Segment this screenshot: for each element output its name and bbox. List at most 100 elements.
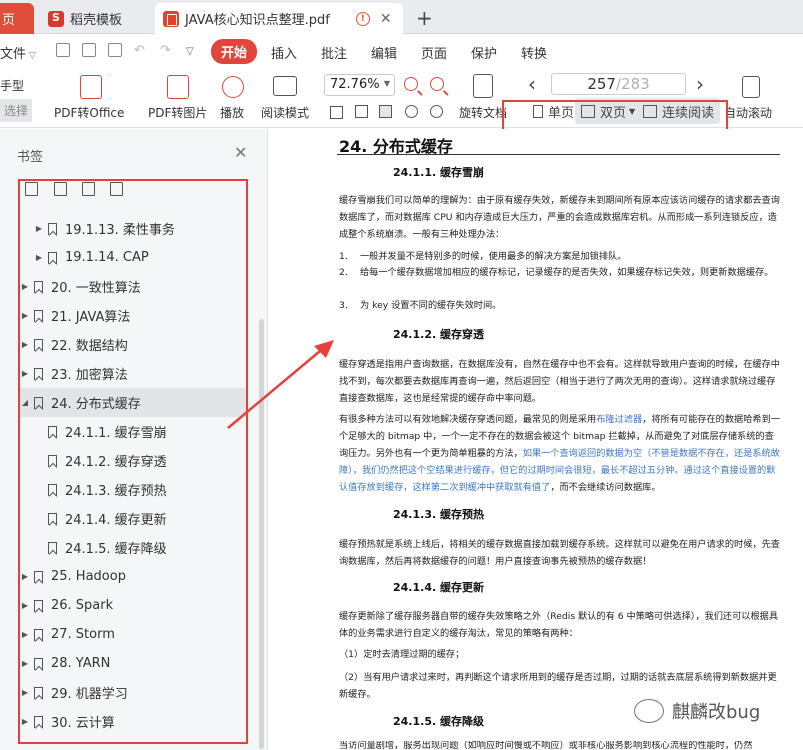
file-menu[interactable]: 文件 ▽ [0,43,36,62]
single-page-icon [533,104,543,118]
tab-home[interactable]: 页 [0,3,34,34]
zoom-in-icon[interactable] [404,77,418,91]
paragraph: 缓存更新除了缓存服务器自带的缓存失效策略之外（Redis 默认的有 6 中策略可… [339,611,779,639]
tab-templates-label: 稻壳模板 [70,13,123,28]
new-tab-button[interactable]: + [416,6,433,30]
highlight-annotation-box [18,179,248,744]
fit-page-icon[interactable] [355,105,368,118]
list-item: 2. 给每一个缓存数据增加相应的缓存标记，记录缓存的是否失效，如果缓存标记失效，则… [339,265,780,281]
paragraph: 缓存预热就是系统上线后，将相关的缓存数据直接加载到缓存系统。这样就可以避免在用户… [339,539,780,567]
arrow-head [314,340,334,358]
bookmark-panel: 书签 ✕ ▶ 19.1.13. 柔性事务 ▶ 19.1.14. CAP ▶ 20. 一致性… [0,129,268,750]
page-total: /283 [615,75,650,93]
continuous-reading-icon [643,104,657,118]
book-icon [273,76,297,96]
close-tab-button[interactable]: ✕ [380,11,392,27]
rotate-left-icon[interactable] [405,105,418,118]
list-item-text: 为 key 设置不同的缓存失效时间。 [360,300,502,311]
customize-toolbar-icon[interactable]: ▽ [186,46,194,57]
play-label: 播放 [220,106,245,120]
redo-icon[interactable]: ↷ [160,43,171,58]
menu-tab-protect[interactable]: 保护 [471,43,497,62]
chevron-down-icon: ▼ [629,106,636,116]
rotate-document-label: 旋转文档 [459,106,508,120]
image-convert-icon [167,75,189,99]
pdf-to-image-label: PDF转图片 [148,106,208,120]
tab-templates[interactable]: 稻壳模板 [40,3,150,34]
warning-icon[interactable]: ! [355,11,370,26]
bloom-filter-link[interactable]: 布隆过滤器 [596,414,642,425]
paragraph-text: ，而不会继续访问数据库。 [550,482,661,493]
next-page-button[interactable]: › [696,72,704,96]
read-mode-label: 阅读模式 [261,106,310,120]
undo-icon[interactable]: ↶ [134,43,145,58]
pdf-to-image-button[interactable]: PDF转图片 [148,68,210,128]
zoom-select[interactable]: 72.76% ▼ [324,74,395,96]
paragraph: 当访问量剧增，服务出现问题（如响应时间慢或不响应）或非核心服务影响到核心流程的性… [339,741,753,750]
paragraph: 缓存雪崩我们可以简单的理解为：由于原有缓存失效，新缓存未到期间所有原本应该访问缓… [339,195,780,240]
list-item: （1）定时去清理过期的缓存； [339,649,465,660]
chevron-down-icon: ▽ [29,51,36,61]
subsection-heading: 24.1.4. 缓存更新 [393,581,484,594]
list-item-text: 一般并发量不是特别多的时候，使用最多的解决方案是加锁排队。 [360,251,627,262]
menu-bar: 文件 ▽ ↶ ↷ ▽ 开始 插入 批注 编辑 页面 保护 转换 [0,34,803,68]
subsection-heading: 24.1.2. 缓存穿透 [393,328,484,341]
tab-document[interactable]: JAVA核心知识点整理.pdf ! ✕ [155,3,403,34]
paragraph: 有很多种方法可以有效地解决缓存穿透问题，最常见的则是采用布隆过滤器，将所有可能存… [339,411,780,496]
prev-page-button[interactable]: ‹ [528,72,536,96]
hand-tool-button[interactable]: 手型 [0,77,24,94]
list-item: 1. 一般并发量不是特别多的时候，使用最多的解决方案是加锁排队。 [339,249,780,265]
zoom-value: 72.76% [330,77,380,92]
tab-bar: 页 稻壳模板 JAVA核心知识点整理.pdf ! ✕ + [0,0,803,34]
word-convert-icon [80,75,102,99]
menu-tab-insert[interactable]: 插入 [271,43,297,62]
watermark: 麒麟改bug [634,698,760,724]
heading-rule [337,154,780,155]
save-icon[interactable] [56,43,70,57]
play-button[interactable]: 播放 [220,68,248,128]
fit-width-icon[interactable] [379,105,392,118]
auto-scroll-icon [742,76,760,98]
double-page-button[interactable]: 双页 ▼ [575,98,642,124]
actual-size-icon[interactable] [330,106,343,119]
paragraph: 缓存穿透是指用户查询数据，在数据库没有，自然在缓存中也不会有。这样就导致用户查询… [339,359,780,404]
list-item-text: 给每一个缓存数据增加相应的缓存标记，记录缓存的是否失效，如果缓存标记失效，则更新… [360,267,774,278]
print-icon[interactable] [108,43,122,57]
wechat-icon [634,699,664,723]
bookmark-panel-title: 书签 [17,150,44,165]
page-number-input[interactable]: 257/283 [551,73,686,95]
auto-scroll-label: 自动滚动 [724,106,773,120]
pdf-icon [163,10,179,27]
rotate-document-button[interactable]: 旋转文档 [457,68,509,128]
subsection-heading: 24.1.1. 缓存雪崩 [393,166,484,179]
auto-scroll-button[interactable]: 自动滚动 [724,68,784,128]
subsection-heading: 24.1.3. 缓存预热 [393,508,484,521]
single-page-button[interactable]: 单页 [527,98,580,124]
watermark-text: 麒麟改bug [672,702,761,723]
file-menu-label: 文件 [0,47,27,62]
read-mode-button[interactable]: 阅读模式 [261,68,311,128]
menu-tab-edit[interactable]: 编辑 [371,43,397,62]
play-icon [222,76,244,98]
menu-tab-start[interactable]: 开始 [211,39,258,64]
list-item: 3. 为 key 设置不同的缓存失效时间。 [339,298,780,314]
select-tool-button[interactable]: 选择 [0,99,33,122]
menu-tab-convert[interactable]: 转换 [521,43,547,62]
rotate-right-icon[interactable] [430,105,443,118]
chevron-down-icon: ▼ [383,79,390,88]
double-page-label: 双页 [600,105,627,121]
continuous-reading-button[interactable]: 连续阅读 [637,98,721,124]
close-icon[interactable]: ✕ [234,143,247,162]
single-page-label: 单页 [548,105,575,121]
menu-tab-comment[interactable]: 批注 [321,43,347,62]
save-as-icon[interactable] [82,43,96,57]
pdf-to-office-button[interactable]: PDF转Office [54,68,132,128]
tab-document-label: JAVA核心知识点整理.pdf [185,13,330,28]
annotation-arrow [227,340,334,429]
arrow-line [227,345,327,429]
zoom-out-icon[interactable] [430,77,444,91]
continuous-reading-label: 连续阅读 [662,105,715,121]
ribbon-toolbar: 手型 选择 PDF转Office PDF转图片 播放 阅读模式 72.76% ▼ … [0,68,803,212]
rotate-document-icon [473,74,493,98]
menu-tab-page[interactable]: 页面 [421,43,447,62]
